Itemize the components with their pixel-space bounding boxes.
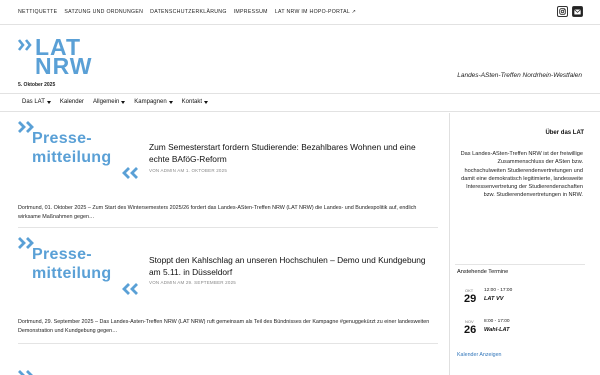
post-separator xyxy=(18,227,438,228)
post-separator xyxy=(18,343,438,344)
post-title[interactable]: Stoppt den Kahlschlag an unseren Hochsch… xyxy=(149,255,434,279)
instagram-icon[interactable] xyxy=(557,6,568,17)
logo-chevron-icon xyxy=(18,39,32,51)
chevron-left-icon xyxy=(122,167,138,179)
logo-text-nrw: NRW xyxy=(35,53,93,79)
top-nav-item-satzung[interactable]: SATZUNG UND ORDNUNGEN xyxy=(64,9,143,15)
thumbnail-text-line1: Presse- xyxy=(32,246,92,263)
calendar-link[interactable]: Kalender Anzeigen xyxy=(457,352,501,358)
nav-item-das-lat[interactable]: Das LAT xyxy=(22,99,51,105)
event-item[interactable]: OKT 29 12:00 - 17:00 LAT VV xyxy=(460,288,580,310)
sidebar-about-title: Über das LAT xyxy=(545,130,584,136)
site-logo[interactable]: LAT NRW xyxy=(18,36,128,79)
post-meta: VON ADMIN AM 29. SEPTEMBER 2025 xyxy=(149,280,236,285)
event-name: LAT VV xyxy=(484,296,504,302)
event-name: Wahl-LAT xyxy=(484,327,510,333)
top-nav-item-nettiquette[interactable]: NETTIQUETTE xyxy=(18,9,57,15)
site-tagline: Landes-ASten-Treffen Nordrhein-Westfalen xyxy=(457,72,582,79)
top-nav: NETTIQUETTE SATZUNG UND ORDNUNGEN DATENS… xyxy=(18,9,356,15)
event-time: 8:00 - 17:00 xyxy=(484,319,510,324)
nav-item-allgemein[interactable]: Allgemein xyxy=(93,99,126,105)
nav-item-kampagnen[interactable]: Kampagnen xyxy=(134,99,173,105)
post-item: Presse- mitteilung Zum Semesterstart for… xyxy=(18,120,438,225)
chevron-right-icon xyxy=(18,370,33,375)
external-link-icon: ↗ xyxy=(351,9,357,15)
thumbnail-text-line2: mitteilung xyxy=(32,265,112,282)
sidebar-separator xyxy=(455,264,585,265)
chevron-down-icon xyxy=(121,100,126,104)
post-title[interactable]: Zum Semesterstart fordern Studierende: B… xyxy=(149,142,434,166)
thumbnail-text-line1: Presse- xyxy=(32,130,92,147)
event-day: 29 xyxy=(464,293,477,305)
post-excerpt: Dortmund, 01. Oktober 2025 – Zum Start d… xyxy=(18,205,417,220)
chevron-left-icon xyxy=(122,283,138,295)
post-item-partial xyxy=(18,366,438,375)
top-nav-item-hopo-portal[interactable]: LAT NRW IM HOPO-PORTAL ↗ xyxy=(275,9,357,15)
event-time: 12:00 - 17:00 xyxy=(484,288,513,293)
post-excerpt: Dortmund, 29. September 2025 – Das Lande… xyxy=(18,319,430,334)
chevron-down-icon xyxy=(204,100,209,104)
nav-item-kontakt[interactable]: Kontakt xyxy=(182,99,209,105)
post-item: Presse- mitteilung Stoppt den Kahlschlag… xyxy=(18,236,438,341)
top-nav-item-impressum[interactable]: IMPRESSUM xyxy=(234,9,268,15)
nav-item-kalender[interactable]: Kalender xyxy=(60,99,84,105)
chevron-down-icon xyxy=(168,100,173,104)
chevron-down-icon xyxy=(46,100,51,104)
post-meta: VON ADMIN AM 1. OKTOBER 2025 xyxy=(149,168,228,173)
event-day: 26 xyxy=(464,324,477,336)
post-thumbnail[interactable]: Presse- mitteilung xyxy=(18,236,138,295)
mail-icon[interactable] xyxy=(572,6,583,17)
sidebar-about-text: Das Landes-ASten-Treffen NRW ist der fre… xyxy=(460,151,583,199)
top-nav-item-datenschutz[interactable]: DATENSCHUTZERKLÄRUNG xyxy=(150,9,227,15)
main-nav: Das LAT Kalender Allgemein Kampagnen Kon… xyxy=(0,93,600,112)
post-thumbnail[interactable]: Presse- mitteilung xyxy=(18,120,138,179)
thumbnail-text-line2: mitteilung xyxy=(32,149,112,166)
sidebar-divider xyxy=(449,113,450,375)
top-bar: NETTIQUETTE SATZUNG UND ORDNUNGEN DATENS… xyxy=(0,0,600,25)
event-item[interactable]: NOV 26 8:00 - 17:00 Wahl-LAT xyxy=(460,319,580,341)
events-title: Anstehende Termine xyxy=(457,269,509,275)
current-date: 5. Oktober 2025 xyxy=(18,82,56,88)
